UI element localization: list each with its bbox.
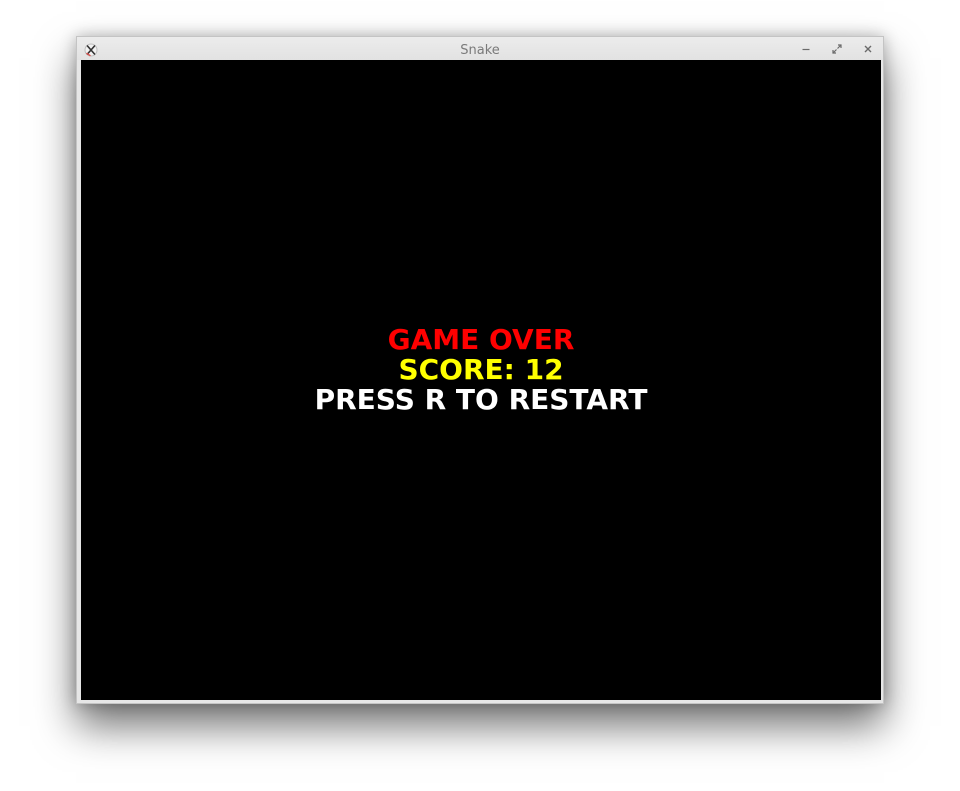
app-window: Snake GAME OVER SCORE: 12 PRESS R TO RES…: [76, 36, 884, 704]
minimize-icon: [802, 48, 810, 51]
maximize-icon: [832, 44, 842, 54]
close-icon: [864, 45, 872, 53]
score-text: SCORE: 12: [398, 353, 564, 386]
restart-prompt: PRESS R TO RESTART: [314, 383, 648, 416]
game-over-text: GAME OVER: [387, 323, 575, 356]
game-canvas[interactable]: GAME OVER SCORE: 12 PRESS R TO RESTART: [81, 60, 881, 700]
close-button[interactable]: [861, 42, 875, 56]
title-bar[interactable]: Snake: [77, 37, 883, 60]
window-title: Snake: [460, 43, 500, 58]
maximize-button[interactable]: [830, 42, 844, 56]
minimize-button[interactable]: [799, 42, 813, 56]
